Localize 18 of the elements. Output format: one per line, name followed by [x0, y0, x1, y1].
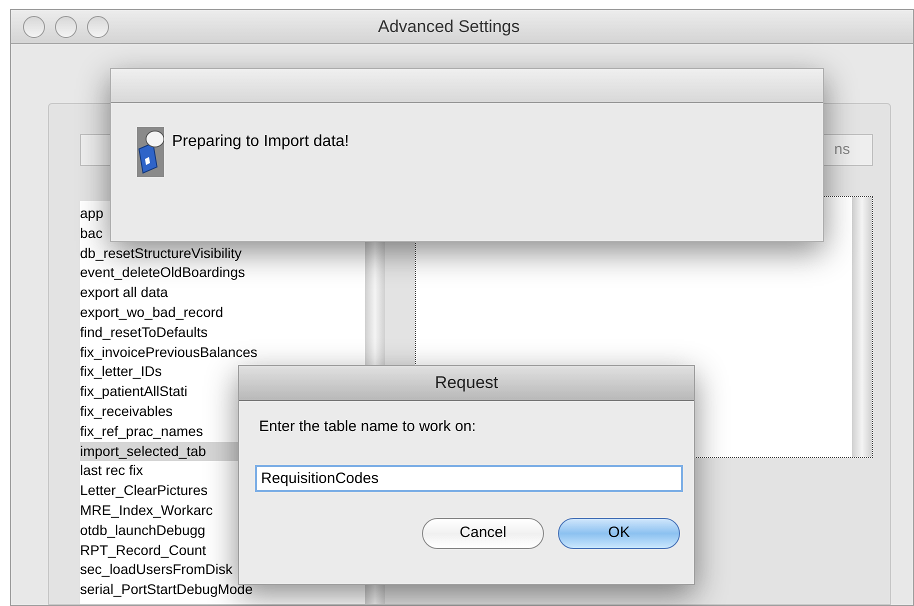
window-title: Advanced Settings [378, 16, 520, 38]
list-item[interactable]: event_deleteOldBoardings [80, 263, 365, 284]
window-control-icon[interactable] [55, 16, 77, 38]
ok-button[interactable]: OK [558, 518, 680, 548]
cancel-button[interactable]: Cancel [422, 518, 544, 548]
progress-message: Preparing to Import data! [172, 132, 349, 152]
list-item[interactable]: export_wo_bad_record [80, 302, 365, 323]
list-item[interactable]: export all data [80, 283, 365, 303]
list-item[interactable]: find_resetToDefaults [80, 322, 365, 343]
input-field[interactable]: RequisitionCodes [255, 464, 683, 492]
list-item[interactable]: db_resetStructureVisibility [80, 244, 365, 264]
window-control-icon[interactable] [23, 16, 45, 38]
database-speech-icon [137, 127, 164, 177]
dialog-title: Request [434, 372, 498, 394]
list-item[interactable]: serial_PortStartDebugMode [80, 580, 365, 600]
list-item[interactable]: fix_invoicePreviousBalances [80, 342, 365, 362]
prompt-text: Enter the table name to work on: [259, 417, 477, 437]
window-control-icon[interactable] [87, 16, 109, 38]
